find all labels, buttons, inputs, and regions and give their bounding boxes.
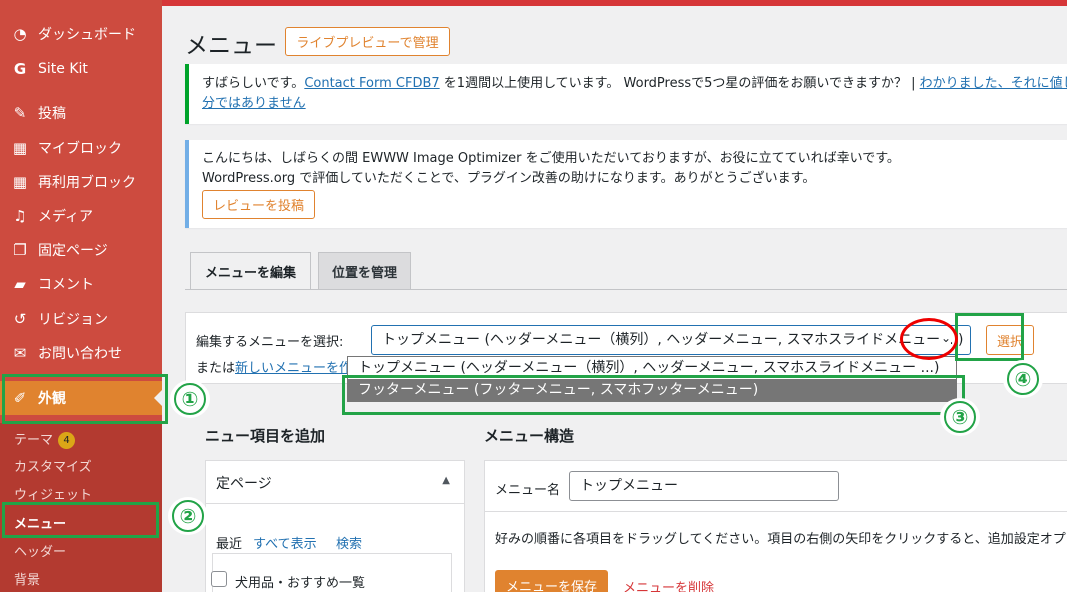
dashboard-icon: ◔ [13,25,27,43]
annotation-number-3: ③ [940,398,980,436]
submenu-item-customize[interactable]: カスタマイズ [14,456,92,475]
page-title: メニュー [185,33,277,59]
sidebar-item-label: 固定ページ [38,243,108,259]
cfdb7-link[interactable]: Contact Form CFDB7 [304,76,439,91]
sidebar-item-reusable-blocks[interactable]: ▦ 再利用ブロック [0,165,162,199]
add-items-box: 定ページ ▲ 最近 すべて表示 検索 犬用品・おすすめ一覧 [205,460,465,592]
tab-search[interactable]: 検索 [336,533,362,552]
post-review-button[interactable]: レビューを投稿 [202,190,315,219]
tab-manage-locations[interactable]: 位置を管理 [318,252,411,290]
submenu-item-header[interactable]: ヘッダー [14,541,66,560]
pages-section-title[interactable]: 定ページ [216,473,272,493]
submenu-item-background[interactable]: 背景 [14,569,40,588]
main-content: メニュー ライブプレビューで管理 すばらしいです。Contact Form CF… [162,0,1067,592]
submenu-item-themes[interactable]: テーマ 4 [14,429,76,449]
menu-select[interactable]: トップメニュー (ヘッダーメニュー（横列）, ヘッダーメニュー, スマホスライド… [371,325,971,355]
annotation-box-menus [2,502,159,538]
collapse-arrow-icon[interactable]: ▲ [442,475,450,486]
pin-icon: ✎ [13,104,27,122]
tab-edit-menus[interactable]: メニューを編集 [190,252,311,290]
reusable-blocks-icon: ▦ [12,173,28,191]
sidebar-item-dashboard[interactable]: ◔ ダッシュボード [0,17,162,51]
menu-structure-heading: メニュー構造 [484,427,575,445]
notice-line-1: こんにちは、しばらくの間 EWWW Image Optimizer をご使用いた… [202,151,900,166]
create-new-menu-link[interactable]: 新しいメニューを作 [235,361,352,376]
notice-line-2: WordPress.org で評価していただくことで、プラグイン改善の助けになり… [202,171,816,186]
page-item-label: 犬用品・おすすめ一覧 [235,576,366,591]
live-preview-button[interactable]: ライブプレビューで管理 [285,27,450,56]
sidebar-item-label: Site Kit [38,61,88,77]
blocks-icon: ▦ [12,139,28,157]
sidebar-item-label: マイブロック [38,141,122,157]
sidebar-item-posts[interactable]: ✎ 投稿 [0,96,162,130]
revisions-icon: ↺ [13,310,27,328]
select-menu-label: 編集するメニューを選択: [196,335,344,350]
sidebar-item-label: お問い合わせ [38,346,122,362]
sidebar-item-label: コメント [38,277,94,293]
annotation-number-1: ① [170,380,210,418]
rate-yes-link[interactable]: わかりました、それに値します [920,76,1067,91]
save-menu-button[interactable]: メニューを保存 [495,570,608,592]
google-g-icon: G [13,60,27,78]
sidebar-item-label: 投稿 [38,106,66,122]
annotation-circle-ellipsis [900,318,958,360]
review-notice-cfdb7: すばらしいです。Contact Form CFDB7 を1週間以上使用しています… [185,64,1067,124]
ewww-review-notice: こんにちは、しばらくの間 EWWW Image Optimizer をご使用いた… [185,140,1067,228]
sidebar-item-myblocks[interactable]: ▦ マイブロック [0,131,162,165]
mail-icon: ✉ [13,344,27,362]
media-icon: ♫ [13,207,27,225]
sidebar-item-comments[interactable]: ▰ コメント [0,267,162,301]
drag-instructions: 好みの順番に各項目をドラッグしてください。項目の右側の矢印をクリックすると、追加… [495,532,1066,547]
not-now-link[interactable]: 分ではありません [202,96,306,111]
sidebar-item-sitekit[interactable]: G Site Kit [0,52,162,86]
annotation-number-4: ④ [1003,360,1043,398]
sidebar-item-label: リビジョン [38,312,108,328]
delete-menu-link[interactable]: メニューを削除 [623,577,714,592]
add-menu-items-heading: ニュー項目を追加 [205,427,326,445]
sidebar-item-media[interactable]: ♫ メディア [0,199,162,233]
sidebar-item-contact[interactable]: ✉ お問い合わせ [0,336,162,370]
tab-view-all[interactable]: すべて表示 [253,533,317,552]
menu-name-label: メニュー名 [495,483,561,498]
sidebar-item-label: メディア [38,209,94,225]
tab-recent[interactable]: 最近 [216,533,242,552]
pages-icon: ❐ [13,241,27,259]
update-count-badge: 4 [58,432,76,449]
sidebar-item-revisions[interactable]: ↺ リビジョン [0,302,162,336]
annotation-box-select-button [955,313,1024,361]
annotation-number-2: ② [168,497,208,535]
submenu-item-widgets[interactable]: ウィジェット [14,484,92,503]
annotation-box-footer-option [342,375,965,415]
sidebar-item-label: 再利用ブロック [38,175,136,191]
menu-name-input[interactable]: トップメニュー [569,471,839,501]
comment-icon: ▰ [14,275,26,293]
sidebar-item-label: ダッシュボード [38,27,136,43]
page-checkbox[interactable] [211,571,227,587]
annotation-box-appearance [2,374,168,424]
sidebar-item-pages[interactable]: ❐ 固定ページ [0,233,162,267]
